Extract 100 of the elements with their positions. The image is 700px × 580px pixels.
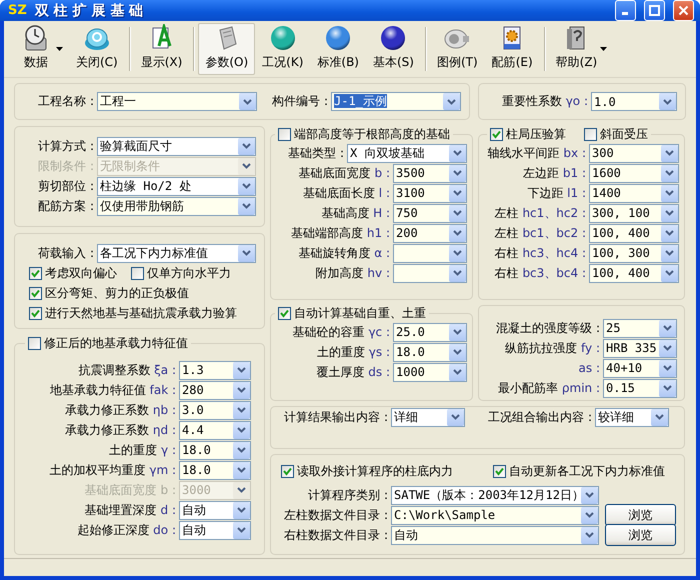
checkbox[interactable]: [278, 128, 291, 141]
checkbox[interactable]: [278, 307, 291, 320]
dropdown-button[interactable]: [233, 462, 250, 478]
checkbox[interactable]: [28, 337, 41, 350]
dropdown-button[interactable]: [449, 224, 466, 242]
browse-button[interactable]: 浏览: [605, 524, 676, 546]
combo-box[interactable]: 柱边缘 Ho/2 处: [97, 176, 256, 196]
dropdown-button[interactable]: [661, 264, 678, 282]
combo-box[interactable]: X 向双坡基础: [347, 144, 467, 162]
dropdown-button[interactable]: [661, 144, 678, 162]
combo-box[interactable]: 1000: [393, 362, 467, 382]
toolbar-button[interactable]: 关闭(C): [69, 23, 125, 75]
combo-box[interactable]: 1400: [589, 184, 679, 202]
close-button[interactable]: [673, 0, 694, 21]
combo-box[interactable]: 25: [603, 318, 677, 338]
combo-box[interactable]: 工程一: [97, 92, 257, 111]
combo-box[interactable]: 280: [179, 380, 251, 400]
dropdown-button[interactable]: [581, 486, 598, 504]
combo-box[interactable]: HRB 335: [603, 338, 677, 358]
toolbar-button[interactable]: 工况(K): [255, 23, 310, 75]
toolbar-button[interactable]: 参数(O): [198, 23, 256, 75]
combo-box[interactable]: 25.0: [393, 322, 467, 342]
combo-box[interactable]: 较详细: [595, 408, 669, 426]
dropdown-button[interactable]: [659, 93, 676, 110]
combo-box[interactable]: 300, 100: [589, 204, 679, 222]
checkbox[interactable]: [131, 266, 144, 280]
toolbar-button[interactable]: 帮助(Z): [548, 23, 604, 75]
combo-box[interactable]: 0.15: [603, 378, 677, 398]
combo-box[interactable]: 40+10: [603, 358, 677, 378]
dropdown-button[interactable]: [449, 244, 466, 262]
dropdown-arrow-icon[interactable]: [56, 47, 63, 51]
toolbar-button[interactable]: 图例(T): [430, 23, 485, 75]
combo-box[interactable]: 各工况下内力标准值: [97, 244, 256, 262]
dropdown-button[interactable]: [233, 402, 250, 418]
combo-box[interactable]: 4.4: [179, 420, 251, 440]
dropdown-button[interactable]: [233, 422, 250, 438]
combo-box[interactable]: 100, 400: [589, 224, 679, 242]
combo-box[interactable]: 自动: [179, 500, 251, 520]
dropdown-button[interactable]: [661, 244, 678, 262]
combo-box[interactable]: J-1_示例: [331, 92, 461, 111]
dropdown-button[interactable]: [449, 204, 466, 222]
dropdown-button[interactable]: [443, 93, 460, 110]
minimize-button[interactable]: [615, 0, 636, 21]
dropdown-button[interactable]: [449, 144, 466, 162]
dropdown-button[interactable]: [661, 204, 678, 222]
dropdown-button[interactable]: [659, 340, 676, 356]
dropdown-button[interactable]: [581, 506, 598, 524]
combo-box[interactable]: 100, 300: [589, 244, 679, 262]
combo-box[interactable]: 18.0: [179, 460, 251, 480]
combo-box[interactable]: C:\Work\Sample: [391, 506, 599, 524]
browse-button[interactable]: 浏览: [605, 504, 676, 526]
dropdown-button[interactable]: [659, 320, 676, 336]
dropdown-button[interactable]: [233, 442, 250, 458]
dropdown-arrow-icon[interactable]: [600, 47, 608, 51]
dropdown-button[interactable]: [239, 93, 256, 110]
dropdown-button[interactable]: [659, 360, 676, 376]
checkbox[interactable]: [584, 128, 597, 141]
dropdown-button[interactable]: [233, 502, 250, 518]
dropdown-button[interactable]: [238, 198, 255, 214]
combo-box[interactable]: 100, 400: [589, 264, 679, 282]
combo-box[interactable]: 3100: [393, 184, 467, 202]
combo-box[interactable]: 3.0: [179, 400, 251, 420]
combo-box[interactable]: [393, 264, 467, 282]
toolbar-button[interactable]: 显示(X): [134, 23, 190, 75]
dropdown-button[interactable]: [447, 408, 464, 426]
dropdown-button[interactable]: [238, 138, 255, 154]
combo-box[interactable]: SATWE（版本：2003年12月12日）: [391, 486, 599, 504]
dropdown-button[interactable]: [581, 526, 598, 544]
combo-box[interactable]: 18.0: [393, 342, 467, 362]
maximize-button[interactable]: [644, 0, 665, 21]
combo-box[interactable]: 自动: [391, 526, 599, 544]
dropdown-button[interactable]: [661, 184, 678, 202]
toolbar-button[interactable]: 数据: [12, 23, 60, 75]
combo-box[interactable]: 18.0: [179, 440, 251, 460]
checkbox[interactable]: [490, 128, 503, 141]
toolbar-button[interactable]: 配筋(E): [484, 23, 540, 75]
combo-box[interactable]: 3500: [393, 164, 467, 182]
dropdown-button[interactable]: [233, 362, 250, 378]
toolbar-button[interactable]: 标准(B): [310, 23, 366, 75]
combo-box[interactable]: 750: [393, 204, 467, 222]
dropdown-button[interactable]: [449, 324, 466, 340]
combo-box[interactable]: 仅使用带肋钢筋: [97, 196, 256, 216]
combo-box[interactable]: 300: [589, 144, 679, 162]
checkbox[interactable]: [493, 464, 506, 478]
dropdown-button[interactable]: [449, 184, 466, 202]
combo-box[interactable]: 1.3: [179, 360, 251, 380]
checkbox[interactable]: [29, 286, 42, 300]
dropdown-button[interactable]: [449, 164, 466, 182]
combo-box[interactable]: 详细: [391, 408, 465, 426]
checkbox[interactable]: [281, 464, 294, 478]
combo-box[interactable]: 200: [393, 224, 467, 242]
dropdown-button[interactable]: [449, 264, 466, 282]
combo-box[interactable]: 自动: [179, 520, 251, 540]
checkbox[interactable]: [29, 266, 42, 280]
dropdown-button[interactable]: [449, 344, 466, 360]
toolbar-button[interactable]: 基本(S): [366, 23, 421, 75]
combo-box[interactable]: 1600: [589, 164, 679, 182]
combo-box[interactable]: 验算截面尺寸: [97, 136, 256, 156]
dropdown-button[interactable]: [659, 380, 676, 396]
combo-box[interactable]: 1.0: [591, 92, 677, 111]
